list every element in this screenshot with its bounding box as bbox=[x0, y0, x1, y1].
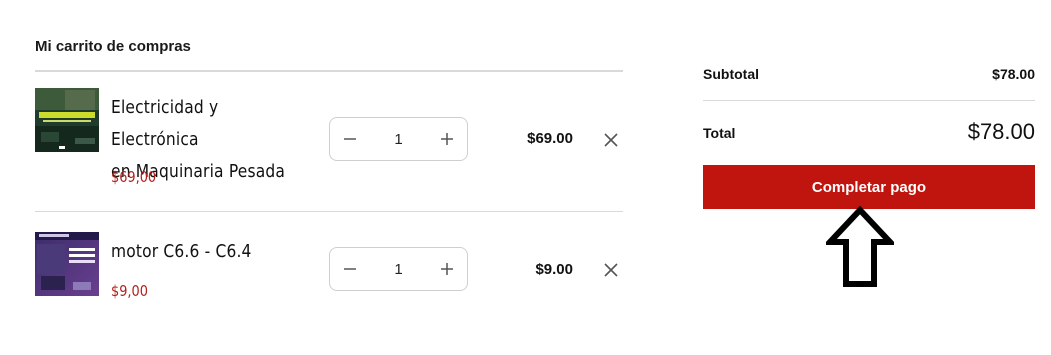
increase-quantity-button[interactable] bbox=[427, 118, 467, 160]
summary-divider bbox=[703, 100, 1035, 101]
total-label: Total bbox=[703, 125, 736, 141]
product-unit-price: $69,00 bbox=[111, 168, 157, 186]
product-name-line-1: Electricidad y Electrónica bbox=[111, 97, 219, 150]
product-name[interactable]: motor C6.6 - C6.4 bbox=[111, 236, 300, 268]
course-cover-electricidad-image bbox=[35, 88, 99, 152]
subtotal-value: $78.00 bbox=[992, 66, 1035, 82]
cart-header-divider bbox=[35, 70, 623, 72]
minus-icon bbox=[344, 138, 356, 140]
course-cover-motor-image bbox=[35, 232, 99, 296]
quantity-stepper: 1 bbox=[329, 117, 468, 161]
close-icon bbox=[604, 133, 618, 147]
plus-icon bbox=[441, 133, 453, 145]
minus-icon bbox=[344, 268, 356, 270]
quantity-stepper: 1 bbox=[329, 247, 468, 291]
decrease-quantity-button[interactable] bbox=[330, 118, 370, 160]
up-arrow-icon bbox=[826, 206, 894, 287]
cart-item: motor C6.6 - C6.4 $9,00 1 $9.00 bbox=[35, 232, 623, 312]
product-thumbnail[interactable] bbox=[35, 88, 99, 152]
quantity-value[interactable]: 1 bbox=[370, 118, 427, 160]
decrease-quantity-button[interactable] bbox=[330, 248, 370, 290]
close-icon bbox=[604, 263, 618, 277]
remove-item-button[interactable] bbox=[601, 130, 621, 150]
cart-item: Electricidad y Electrónica en Maquinaria… bbox=[35, 88, 623, 198]
product-name-line-1: motor C6.6 - C6.4 bbox=[111, 241, 252, 262]
item-divider bbox=[35, 211, 623, 212]
plus-icon bbox=[441, 263, 453, 275]
total-value: $78.00 bbox=[967, 119, 1035, 144]
product-thumbnail[interactable] bbox=[35, 232, 99, 296]
line-total: $69.00 bbox=[527, 130, 573, 147]
increase-quantity-button[interactable] bbox=[427, 248, 467, 290]
product-unit-price: $9,00 bbox=[111, 282, 148, 300]
subtotal-label: Subtotal bbox=[703, 66, 759, 82]
line-total: $9.00 bbox=[535, 261, 573, 278]
complete-payment-button[interactable]: Completar pago bbox=[703, 165, 1035, 209]
cart-title: Mi carrito de compras bbox=[35, 38, 191, 55]
quantity-value[interactable]: 1 bbox=[370, 248, 427, 290]
remove-item-button[interactable] bbox=[601, 260, 621, 280]
